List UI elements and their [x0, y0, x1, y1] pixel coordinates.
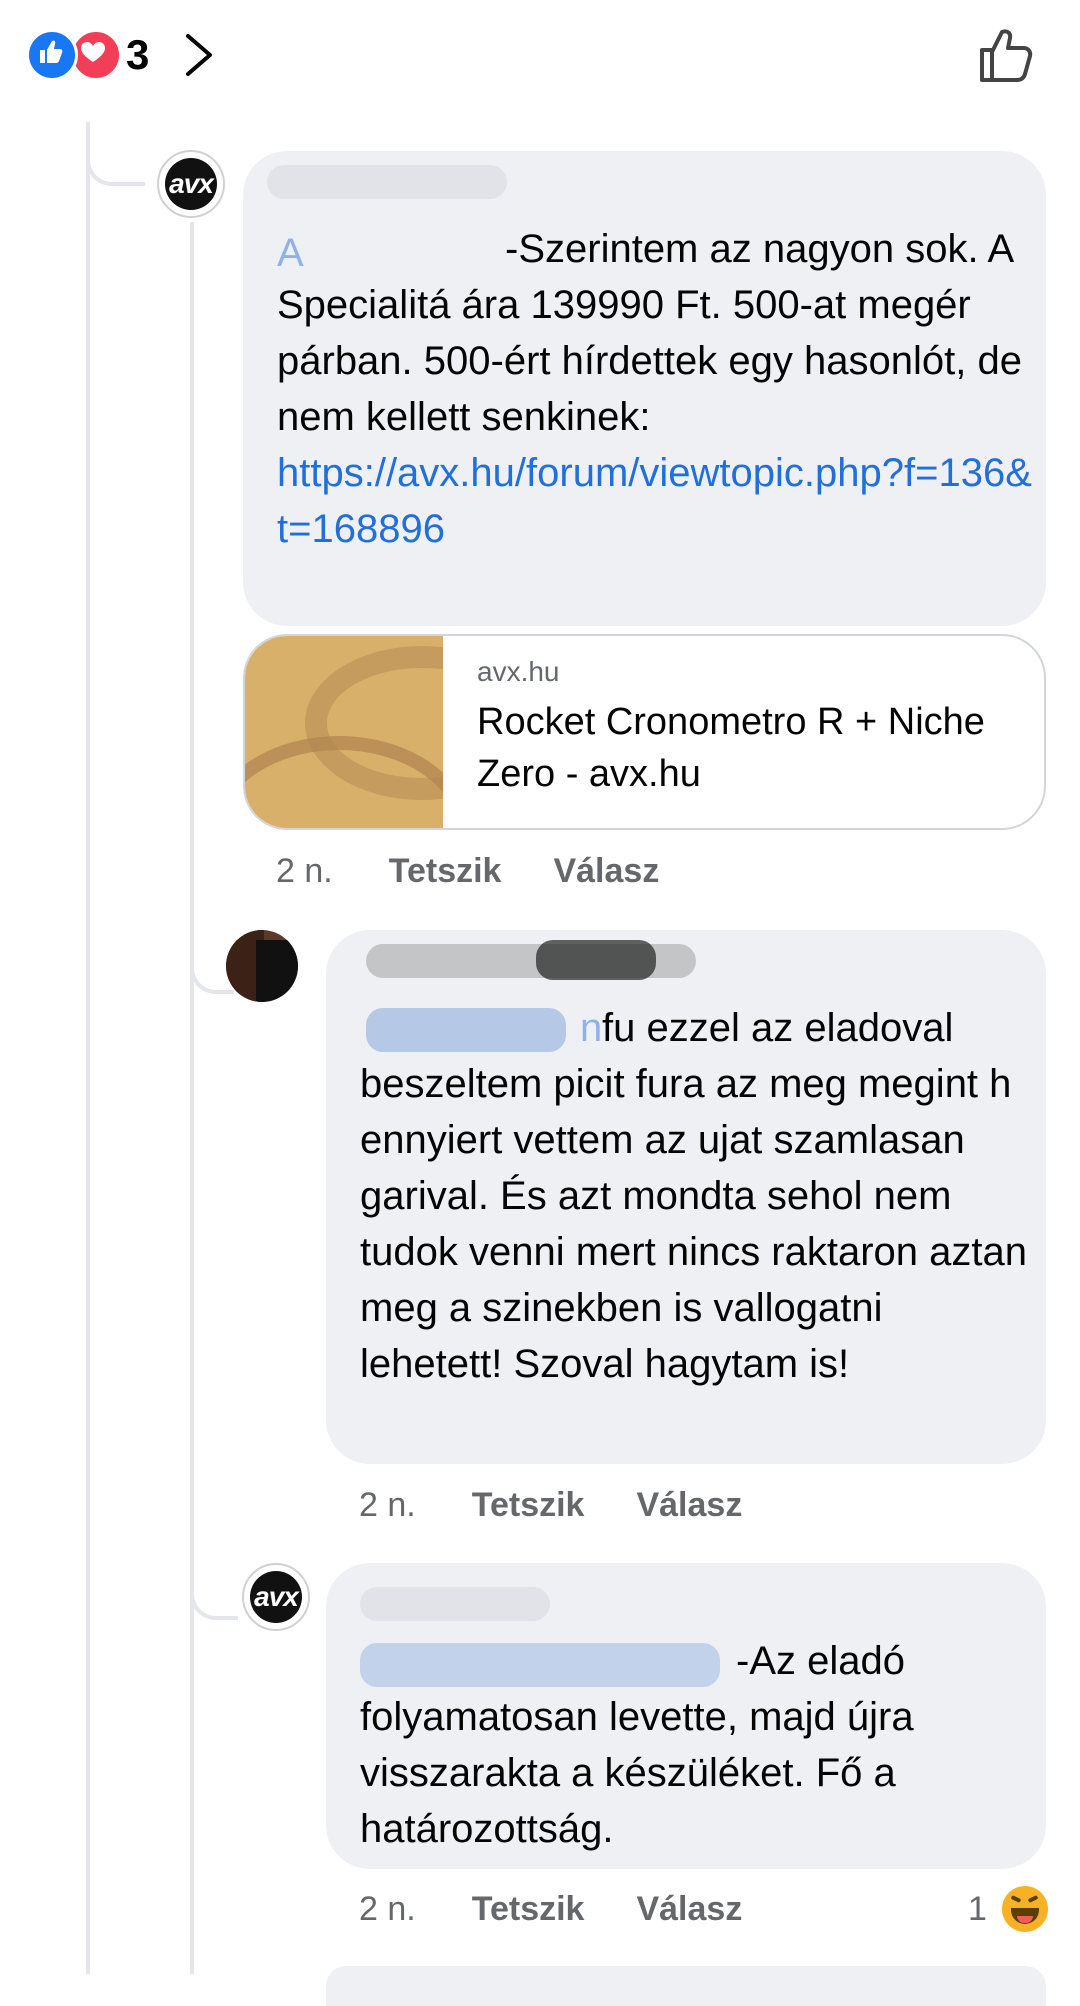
- like-reaction-icon[interactable]: [26, 29, 78, 81]
- commenter-name-redacted-2: [536, 940, 656, 980]
- commenter-name-redacted[interactable]: [360, 1587, 550, 1621]
- like-comment-button[interactable]: Tetszik: [472, 1890, 585, 1928]
- comment-time[interactable]: 2 n.: [276, 852, 333, 890]
- link-preview-card[interactable]: avx.hu Rocket Cronometro R + Niche Zero …: [243, 634, 1046, 830]
- avatar-label: avx: [254, 1581, 299, 1612]
- thread-branch-3: [190, 1560, 238, 1620]
- comment-text: -Az eladó folyamatosan levette, majd újr…: [360, 1639, 925, 1851]
- thread-line-outer: [86, 122, 90, 1974]
- like-comment-button[interactable]: Tetszik: [389, 852, 502, 890]
- reply-button[interactable]: Válasz: [636, 1890, 742, 1928]
- reactions-bar: 3: [0, 0, 1080, 110]
- link-preview-domain: avx.hu: [477, 656, 560, 687]
- comment-text: -Szerintem az nagyon sok. A Specialitá á…: [277, 227, 1034, 551]
- next-comment-bubble[interactable]: [326, 1966, 1046, 2006]
- link-preview-thumbnail: [245, 636, 443, 828]
- haha-reaction-icon: [1002, 1886, 1048, 1932]
- chevron-right-icon[interactable]: [180, 32, 220, 78]
- thumbs-up-outline-icon[interactable]: [978, 26, 1036, 84]
- comment-bubble[interactable]: -Az eladó folyamatosan levette, majd újr…: [326, 1563, 1046, 1869]
- comment-actions: 2 n. Tetszik Válasz: [359, 1486, 794, 1525]
- comment-bubble[interactable]: A -Szerintem az nagyon sok. A Specialitá…: [243, 151, 1046, 626]
- thread-branch-1: [86, 122, 145, 186]
- avatar-label: avx: [169, 168, 214, 199]
- reaction-count[interactable]: 3: [126, 31, 149, 79]
- reply-button[interactable]: Válasz: [553, 852, 659, 890]
- avatar[interactable]: [226, 930, 298, 1002]
- comment-time[interactable]: 2 n.: [359, 1486, 416, 1524]
- comment-actions: 2 n. Tetszik Válasz: [359, 1890, 794, 1929]
- commenter-name-redacted[interactable]: [267, 165, 507, 199]
- like-comment-button[interactable]: Tetszik: [472, 1486, 585, 1524]
- link-preview-title: Rocket Cronometro R + Niche Zero - avx.h…: [477, 701, 985, 795]
- comment-time[interactable]: 2 n.: [359, 1890, 416, 1928]
- reply-button[interactable]: Válasz: [636, 1486, 742, 1524]
- reaction-count: 1: [968, 1890, 987, 1928]
- comment-bubble[interactable]: n fu ezzel az eladoval beszeltem picit f…: [326, 930, 1046, 1464]
- thread-line-inner: [190, 222, 194, 1974]
- comment-actions: 2 n. Tetszik Válasz: [276, 852, 711, 891]
- avatar[interactable]: avx: [157, 150, 225, 218]
- comment-text: fu ezzel az eladoval beszeltem picit fur…: [360, 1006, 1039, 1386]
- comment-link[interactable]: https://avx.hu/forum/viewtopic.php?f=136…: [277, 451, 1032, 551]
- avatar[interactable]: avx: [242, 1563, 310, 1631]
